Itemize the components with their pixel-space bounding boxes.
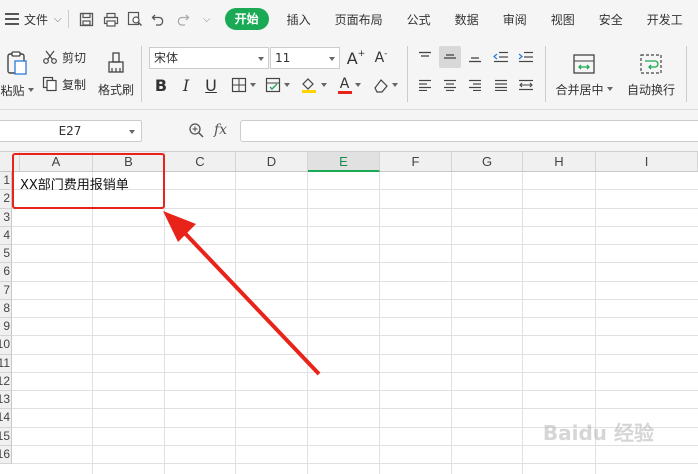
watermark: Baidu 经验 — [542, 421, 654, 445]
annotation-arrow — [163, 211, 321, 376]
